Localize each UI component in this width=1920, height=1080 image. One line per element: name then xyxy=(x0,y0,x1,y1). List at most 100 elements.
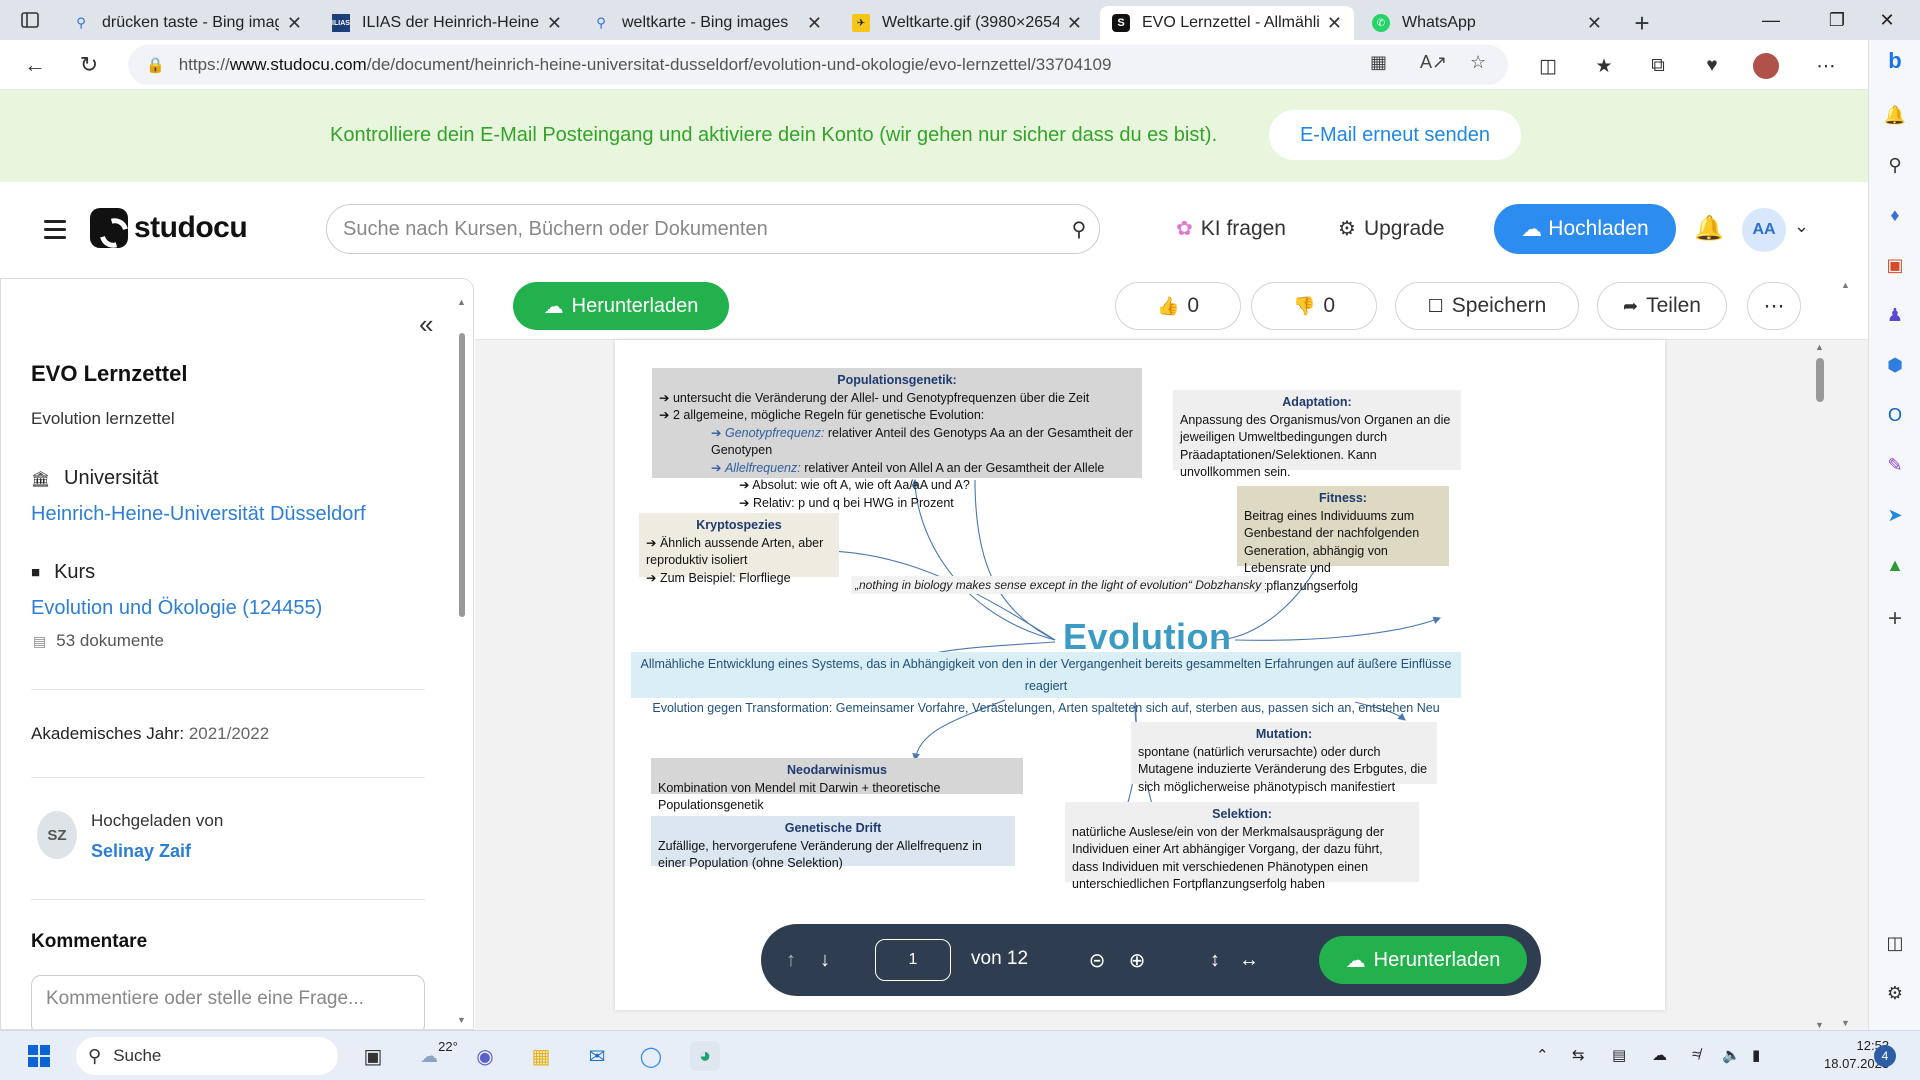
scroll-down-icon[interactable]: ▼ xyxy=(1815,1020,1824,1030)
wifi-icon[interactable]: ≉ xyxy=(1692,1046,1700,1063)
close-icon[interactable]: ✕ xyxy=(547,13,562,34)
favorites-icon[interactable]: ★ xyxy=(1590,52,1618,80)
tab-actions-icon[interactable] xyxy=(0,0,60,40)
scrollbar-thumb[interactable] xyxy=(459,333,465,617)
settings-gear-icon[interactable]: ⚙ xyxy=(1882,980,1908,1006)
browser-tab-whatsapp[interactable]: ✆ WhatsApp ✕ xyxy=(1360,6,1614,40)
weather-widget[interactable]: ☁ 22° xyxy=(414,1039,464,1071)
scroll-up-icon[interactable]: ▲ xyxy=(1841,280,1850,290)
browser-tab-bing-drucken[interactable]: ⚲ drücken taste - Bing images ✕ xyxy=(60,6,314,40)
scroll-down-icon[interactable]: ▼ xyxy=(457,1015,466,1025)
outlook-icon[interactable]: O xyxy=(1882,402,1908,428)
browser-tab-evo-lernzettel[interactable]: S EVO Lernzettel - Allmähliche ✕ xyxy=(1100,6,1354,40)
search-input[interactable] xyxy=(343,217,1059,241)
browser-essentials-icon[interactable]: ♥ xyxy=(1698,52,1726,80)
save-button[interactable]: ☐ Speichern xyxy=(1395,282,1579,330)
previous-page-icon[interactable]: ↑ xyxy=(777,946,805,974)
collapse-sidebar-icon[interactable]: « xyxy=(419,309,433,340)
resend-email-button[interactable]: E-Mail erneut senden xyxy=(1269,110,1521,160)
fit-height-icon[interactable]: ↕ xyxy=(1201,946,1229,974)
ask-ai-button[interactable]: ✿ KI fragen xyxy=(1176,216,1286,241)
url-field[interactable]: 🔒 https://www.studocu.com/de/document/he… xyxy=(128,45,1508,85)
fit-width-icon[interactable]: ↔ xyxy=(1235,946,1263,974)
course-link[interactable]: Evolution und Ökologie (124455) xyxy=(31,597,322,620)
scroll-up-icon[interactable]: ▲ xyxy=(1815,342,1824,352)
taskbar-search[interactable]: ⚲ Suche xyxy=(76,1037,338,1075)
window-close-button[interactable]: ✕ xyxy=(1854,0,1920,40)
next-page-icon[interactable]: ↓ xyxy=(811,946,839,974)
back-button[interactable]: ← xyxy=(20,50,50,80)
onedrive-icon[interactable]: ☁ xyxy=(1652,1046,1667,1064)
edge-browser-icon[interactable]: ◕ xyxy=(690,1041,720,1071)
dislike-button[interactable]: 👎 0 xyxy=(1251,282,1377,330)
sidebar-scrollbar[interactable]: ▲ ▼ xyxy=(456,297,468,1027)
games-icon[interactable]: ♟ xyxy=(1882,302,1908,328)
bell-icon[interactable]: 🔔 xyxy=(1694,214,1724,243)
collections-icon[interactable]: ⧉ xyxy=(1644,52,1672,80)
chevron-up-icon[interactable]: ⌃ xyxy=(1536,1046,1549,1064)
upgrade-button[interactable]: ⚙ Upgrade xyxy=(1338,216,1445,241)
zoom-in-icon[interactable]: ⊕ xyxy=(1123,946,1151,974)
battery-icon[interactable]: ▮ xyxy=(1752,1046,1760,1064)
volume-icon[interactable]: 🔈 xyxy=(1722,1046,1741,1064)
chat-app-icon[interactable]: ◯ xyxy=(636,1041,666,1071)
download-button[interactable]: ☁ Herunterladen xyxy=(513,282,729,330)
zoom-out-icon[interactable]: ⊝ xyxy=(1083,946,1111,974)
page-scrollbar[interactable]: ▲ ▼ xyxy=(1839,278,1853,1030)
chevron-down-icon[interactable]: ⌄ xyxy=(1794,216,1809,237)
scroll-up-icon[interactable]: ▲ xyxy=(457,297,466,307)
network-adapter-icon[interactable]: ⇆ xyxy=(1572,1046,1585,1064)
like-button[interactable]: 👍 0 xyxy=(1115,282,1241,330)
windows-start-icon[interactable] xyxy=(24,1041,54,1071)
document-scrollbar[interactable]: ▲ ▼ xyxy=(1813,342,1827,1030)
add-icon[interactable]: + xyxy=(1882,605,1908,632)
tray-app-icon[interactable]: ▤ xyxy=(1612,1046,1626,1064)
read-aloud-icon[interactable]: A↗ xyxy=(1420,52,1447,73)
designer-icon[interactable]: ✎ xyxy=(1882,452,1908,478)
send-icon[interactable]: ➤ xyxy=(1882,502,1908,528)
uploader-name-link[interactable]: Selinay Zaif xyxy=(91,841,191,862)
minimize-button[interactable]: — xyxy=(1738,0,1804,40)
university-link[interactable]: Heinrich-Heine-Universität Düsseldorf xyxy=(31,503,366,526)
teams-icon[interactable]: ◉ xyxy=(470,1041,500,1071)
browser-tab-bing-weltkarte[interactable]: ⚲ weltkarte - Bing images ✕ xyxy=(580,6,834,40)
copilot-icon[interactable]: b xyxy=(1882,48,1908,74)
search-icon[interactable]: ⚲ xyxy=(1059,217,1099,242)
studocu-logo[interactable]: studocu xyxy=(90,208,248,248)
task-view-icon[interactable]: ▣ xyxy=(358,1041,388,1071)
upload-button[interactable]: ☁ Hochladen xyxy=(1494,204,1676,254)
scrollbar-thumb[interactable] xyxy=(1816,358,1824,402)
favorite-star-icon[interactable]: ☆ xyxy=(1470,52,1486,73)
scroll-down-icon[interactable]: ▼ xyxy=(1841,1018,1850,1028)
more-options-button[interactable]: ⋯ xyxy=(1747,282,1801,330)
microsoft365-icon[interactable]: ⬢ xyxy=(1882,352,1908,378)
tree-icon[interactable]: ▲ xyxy=(1882,552,1908,578)
more-menu-icon[interactable]: ⋯ xyxy=(1812,52,1840,80)
new-tab-button[interactable]: + xyxy=(1620,6,1664,40)
profile-icon[interactable] xyxy=(1752,52,1780,80)
close-icon[interactable]: ✕ xyxy=(807,13,822,34)
comment-input[interactable] xyxy=(31,975,425,1029)
browser-tab-weltkarte-gif[interactable]: ✈ Weltkarte.gif (3980×2654) ✕ xyxy=(840,6,1094,40)
sidebar-toggle-icon[interactable]: ◫ xyxy=(1882,930,1908,956)
browser-tab-ilias[interactable]: ILIAS ILIAS der Heinrich-Heine-Un ✕ xyxy=(320,6,574,40)
close-icon[interactable]: ✕ xyxy=(287,13,302,34)
uploader-avatar[interactable]: SZ xyxy=(37,811,77,859)
search-icon[interactable]: ⚲ xyxy=(1882,152,1908,178)
app-grid-icon[interactable]: ▦ xyxy=(1370,52,1387,73)
close-icon[interactable]: ✕ xyxy=(1067,13,1082,34)
download-button-bottom[interactable]: ☁ Herunterladen xyxy=(1319,936,1527,984)
share-button[interactable]: ➦ Teilen xyxy=(1597,282,1727,330)
mail-icon[interactable]: ✉ xyxy=(582,1041,612,1071)
hamburger-menu-icon[interactable] xyxy=(44,220,66,239)
close-icon[interactable]: ✕ xyxy=(1587,13,1602,34)
file-explorer-icon[interactable]: ▦ xyxy=(526,1041,556,1071)
close-icon[interactable]: ✕ xyxy=(1327,13,1342,34)
page-number-input[interactable] xyxy=(875,939,951,981)
reload-button[interactable]: ↻ xyxy=(74,50,104,80)
split-screen-icon[interactable]: ◫ xyxy=(1534,52,1562,80)
notifications-icon[interactable]: 🔔 xyxy=(1882,102,1908,128)
user-avatar[interactable]: AA xyxy=(1742,208,1786,252)
tools-icon[interactable]: ▣ xyxy=(1882,252,1908,278)
shopping-icon[interactable]: ♦ xyxy=(1882,202,1908,228)
